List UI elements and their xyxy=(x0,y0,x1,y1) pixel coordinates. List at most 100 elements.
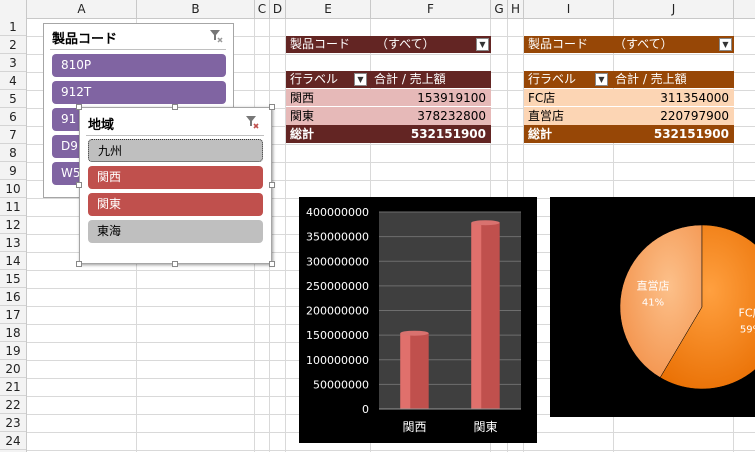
pivot1-row[interactable]: 関東 378232800 xyxy=(286,107,491,125)
y-tick-label: 0 xyxy=(362,403,369,416)
col-header-I[interactable]: I xyxy=(524,0,614,18)
y-tick-label: 400000000 xyxy=(306,206,369,219)
filter-dropdown-icon[interactable]: ▼ xyxy=(595,73,608,86)
resize-handle[interactable] xyxy=(269,104,275,110)
y-tick-label: 300000000 xyxy=(306,255,369,268)
bar-top xyxy=(400,330,429,336)
row-header[interactable]: 21 xyxy=(0,378,26,396)
clear-filter-icon[interactable] xyxy=(209,29,223,43)
row-header[interactable]: 3 xyxy=(0,54,26,72)
row-header[interactable]: 16 xyxy=(0,288,26,306)
pivot2-row[interactable]: FC店 311354000 xyxy=(524,89,734,107)
slicer-item[interactable]: 810P xyxy=(52,54,226,77)
row-header[interactable]: 9 xyxy=(0,162,26,180)
row-header[interactable]: 22 xyxy=(0,396,26,414)
slicer-item[interactable]: 関東 xyxy=(88,193,263,216)
pivot2-row[interactable]: 直営店 220797900 xyxy=(524,107,734,125)
column-header-bar: A B C D E F G H I J xyxy=(0,0,755,19)
col-header-A[interactable]: A xyxy=(27,0,137,18)
pivot1-filter-label: 製品コード xyxy=(290,37,351,51)
x-tick-label: 関東 xyxy=(473,420,497,434)
slicer-divider xyxy=(50,49,226,50)
resize-handle[interactable] xyxy=(76,104,82,110)
slicer-item[interactable]: 関西 xyxy=(88,166,263,189)
row-header[interactable]: 11 xyxy=(0,198,26,216)
col-header-E[interactable]: E xyxy=(286,0,371,18)
col-header-C[interactable]: C xyxy=(255,0,270,18)
resize-handle[interactable] xyxy=(269,261,275,267)
slicer-item[interactable]: 九州 xyxy=(88,139,263,162)
row-header[interactable]: 14 xyxy=(0,252,26,270)
row-header[interactable]: 5 xyxy=(0,90,26,108)
pivot1-total-row[interactable]: 総計 532151900 xyxy=(286,125,491,143)
filter-dropdown-icon[interactable]: ▼ xyxy=(719,38,732,51)
pivot2-row-value: 220797900 xyxy=(660,109,729,123)
row-header[interactable]: 1 xyxy=(0,18,26,36)
pivot1-total-value: 532151900 xyxy=(410,127,486,141)
y-tick-label: 200000000 xyxy=(306,305,369,318)
resize-handle[interactable] xyxy=(172,104,178,110)
row-header[interactable]: 12 xyxy=(0,216,26,234)
pie-label: 直営店 xyxy=(636,279,669,293)
y-tick-label: 100000000 xyxy=(306,354,369,367)
pivot2-total-row[interactable]: 総計 532151900 xyxy=(524,125,734,143)
row-header[interactable]: 6 xyxy=(0,108,26,126)
resize-handle[interactable] xyxy=(172,261,178,267)
pivot2-total-value: 532151900 xyxy=(653,127,729,141)
pie-percent-label: 59% xyxy=(740,324,755,335)
col-header-G[interactable]: G xyxy=(491,0,508,18)
row-header[interactable]: 10 xyxy=(0,180,26,198)
pivot2-row-label: FC店 xyxy=(528,91,556,105)
row-header[interactable]: 15 xyxy=(0,270,26,288)
filter-icon[interactable]: ▼ xyxy=(354,73,367,86)
row-header[interactable]: 20 xyxy=(0,360,26,378)
pivot2-row-value: 311354000 xyxy=(660,91,729,105)
row-header[interactable]: 8 xyxy=(0,144,26,162)
bar-top xyxy=(471,220,500,226)
pivot1-row-value: 153919100 xyxy=(417,91,486,105)
row-header[interactable]: 24 xyxy=(0,432,26,450)
resize-handle[interactable] xyxy=(76,182,82,188)
row-header[interactable]: 23 xyxy=(0,414,26,432)
row-header[interactable]: 7 xyxy=(0,126,26,144)
clear-filter-icon[interactable] xyxy=(245,115,259,129)
row-header[interactable]: 4 xyxy=(0,72,26,90)
pivot1-row-value: 378232800 xyxy=(417,109,486,123)
row-header[interactable]: 18 xyxy=(0,324,26,342)
pivot2-total-label: 総計 xyxy=(528,127,553,141)
col-header-D[interactable]: D xyxy=(270,0,286,18)
resize-handle[interactable] xyxy=(76,261,82,267)
col-header-H[interactable]: H xyxy=(508,0,524,18)
pivot1-row-label-header: 行ラベル xyxy=(290,72,339,86)
row-header[interactable]: 19 xyxy=(0,342,26,360)
slicer-title: 製品コード xyxy=(52,32,118,47)
select-all-corner[interactable] xyxy=(0,0,27,18)
pivot2-header-row: 行ラベル ▼ 合計 / 売上額 xyxy=(524,71,734,88)
pivot2-filter-label: 製品コード xyxy=(528,37,589,51)
bar-highlight xyxy=(471,222,482,409)
row-header[interactable]: 2 xyxy=(0,36,26,54)
y-tick-label: 250000000 xyxy=(306,280,369,293)
pivot2-row-label-header: 行ラベル xyxy=(528,72,577,86)
bar-chart[interactable]: 400000000 350000000 300000000 250000000 2000… xyxy=(299,197,537,443)
y-tick-label: 350000000 xyxy=(306,231,369,244)
y-tick-label: 50000000 xyxy=(313,378,369,391)
slicer-item[interactable]: 東海 xyxy=(88,220,263,243)
pie-chart[interactable]: 直営店 41% FC店 59% xyxy=(550,197,755,417)
pivot1-row[interactable]: 関西 153919100 xyxy=(286,89,491,107)
row-header[interactable]: 13 xyxy=(0,234,26,252)
col-header-F[interactable]: F xyxy=(371,0,491,18)
resize-handle[interactable] xyxy=(269,182,275,188)
pivot1-sum-header: 合計 / 売上額 xyxy=(374,72,446,86)
slicer-title: 地域 xyxy=(88,118,115,133)
pivot1-filter-value: （すべて） xyxy=(376,37,435,51)
col-header-B[interactable]: B xyxy=(137,0,255,18)
row-header[interactable]: 17 xyxy=(0,306,26,324)
pivot2-sum-header: 合計 / 売上額 xyxy=(615,72,687,86)
pie-label: FC店 xyxy=(739,305,755,319)
slicer-divider xyxy=(86,135,264,136)
region-slicer[interactable]: 地域 九州 関西 関東 東海 xyxy=(79,107,272,264)
slicer-item[interactable]: 912T xyxy=(52,81,226,104)
filter-dropdown-icon[interactable]: ▼ xyxy=(476,38,489,51)
col-header-J[interactable]: J xyxy=(614,0,734,18)
